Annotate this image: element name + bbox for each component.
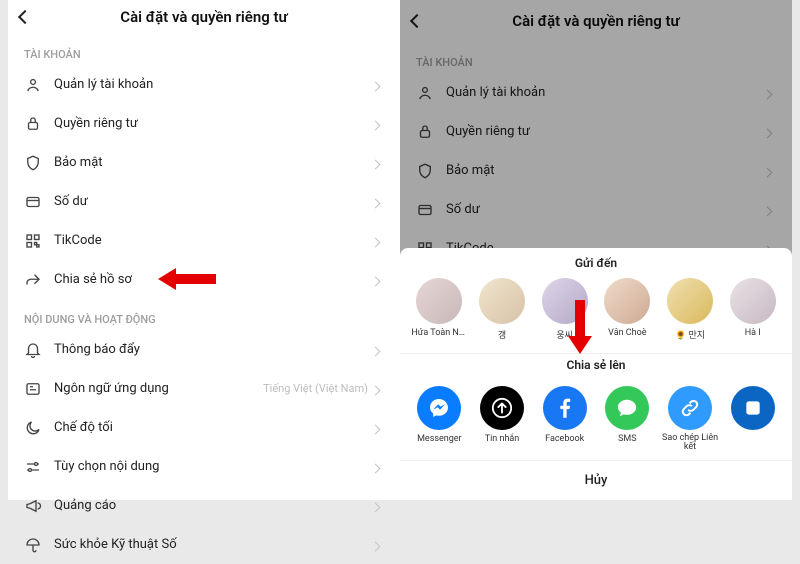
row-label: Chia sẻ hồ sơ bbox=[48, 272, 372, 287]
row-label: Quyền riêng tư bbox=[48, 116, 372, 131]
back-button[interactable] bbox=[20, 8, 40, 26]
contact-item[interactable]: 웅씨 bbox=[535, 278, 594, 341]
row-label: Sức khỏe Kỹ thuật Số bbox=[48, 537, 372, 552]
contact-item[interactable]: 갱 bbox=[473, 278, 532, 341]
umbrella-icon bbox=[24, 536, 48, 554]
row-ads[interactable]: Quảng cáo bbox=[8, 486, 400, 525]
contact-name: Hà I bbox=[745, 328, 761, 338]
chevron-right-icon bbox=[372, 535, 384, 554]
chevron-right-icon bbox=[372, 75, 384, 94]
megaphone-icon bbox=[24, 497, 48, 515]
chevron-right-icon bbox=[372, 418, 384, 437]
sms-icon bbox=[605, 386, 649, 430]
app-label: Facebook bbox=[545, 434, 584, 444]
avatar bbox=[542, 278, 588, 324]
shield-icon bbox=[24, 154, 48, 172]
app-label: Tin nhắn bbox=[485, 434, 520, 444]
contact-name: Vân Choè bbox=[608, 328, 646, 338]
chevron-right-icon bbox=[372, 457, 384, 476]
share-icon bbox=[24, 271, 48, 289]
link-icon bbox=[668, 386, 712, 430]
facebook-icon bbox=[543, 386, 587, 430]
bell-icon bbox=[24, 341, 48, 359]
avatar bbox=[730, 278, 776, 324]
contact-name: Hứa Toàn Ngọc bbox=[411, 328, 467, 338]
section-header-activity: NỘI DUNG VÀ HOẠT ĐỘNG bbox=[8, 299, 400, 330]
chevron-right-icon bbox=[372, 153, 384, 172]
row-security[interactable]: Bảo mật bbox=[8, 143, 400, 182]
contact-name: 웅씨 bbox=[556, 328, 573, 341]
row-label: Chế độ tối bbox=[48, 420, 372, 435]
row-label: Thông báo đẩy bbox=[48, 342, 372, 357]
chevron-right-icon bbox=[372, 340, 384, 359]
chevron-right-icon bbox=[372, 379, 384, 398]
app-sms[interactable]: SMS bbox=[598, 386, 657, 452]
share-to-header: Chia sẻ lên bbox=[400, 358, 792, 372]
chevron-right-icon bbox=[372, 270, 384, 289]
wallet-icon bbox=[24, 193, 48, 211]
share-sheet: Gửi đến Hứa Toàn Ngọc 갱 웅씨 Vân Choè 🌻 만지… bbox=[400, 248, 792, 500]
avatar bbox=[667, 278, 713, 324]
contact-item[interactable]: 🌻 만지 bbox=[661, 278, 720, 341]
chevron-right-icon bbox=[372, 114, 384, 133]
row-app-language[interactable]: Ngôn ngữ ứng dụng Tiếng Việt (Việt Nam) bbox=[8, 369, 400, 408]
messenger-icon bbox=[417, 386, 461, 430]
contact-name: 🌻 만지 bbox=[675, 328, 705, 341]
user-icon bbox=[24, 76, 48, 94]
section-header-account: TÀI KHOẢN bbox=[8, 34, 400, 65]
app-more[interactable] bbox=[723, 386, 782, 452]
language-icon bbox=[24, 380, 48, 398]
contact-item[interactable]: Hứa Toàn Ngọc bbox=[410, 278, 469, 341]
avatar bbox=[604, 278, 650, 324]
row-label: Tùy chọn nội dung bbox=[48, 459, 372, 474]
row-balance[interactable]: Số dư bbox=[8, 182, 400, 221]
contact-name: 갱 bbox=[498, 328, 506, 341]
send-icon bbox=[480, 386, 524, 430]
row-trail: Tiếng Việt (Việt Nam) bbox=[263, 382, 368, 395]
chevron-left-icon bbox=[20, 8, 30, 26]
app-copy-link[interactable]: Sao chép Liên kết bbox=[661, 386, 720, 452]
header-title: Cài đặt và quyền riêng tư bbox=[120, 8, 287, 26]
row-label: Quản lý tài khoản bbox=[48, 77, 372, 92]
more-icon bbox=[731, 386, 775, 430]
row-share-profile[interactable]: Chia sẻ hồ sơ bbox=[8, 260, 400, 299]
apps-row: Messenger Tin nhắn Facebook SMS bbox=[400, 380, 792, 460]
divider bbox=[400, 353, 792, 354]
app-label: SMS bbox=[618, 434, 637, 444]
row-dark-mode[interactable]: Chế độ tối bbox=[8, 408, 400, 447]
app-label: Sao chép Liên kết bbox=[661, 434, 720, 452]
share-send-to-header: Gửi đến bbox=[400, 256, 792, 270]
qr-icon bbox=[24, 232, 48, 250]
row-label: Bảo mật bbox=[48, 155, 372, 170]
moon-icon bbox=[24, 419, 48, 437]
app-messenger[interactable]: Messenger bbox=[410, 386, 469, 452]
app-facebook[interactable]: Facebook bbox=[535, 386, 594, 452]
app-messages[interactable]: Tin nhắn bbox=[473, 386, 532, 452]
header-bar: Cài đặt và quyền riêng tư bbox=[8, 0, 400, 34]
row-manage-account[interactable]: Quản lý tài khoản bbox=[8, 65, 400, 104]
row-label: Quảng cáo bbox=[48, 498, 372, 513]
row-content-prefs[interactable]: Tùy chọn nội dung bbox=[8, 447, 400, 486]
lock-icon bbox=[24, 115, 48, 133]
chevron-right-icon bbox=[372, 496, 384, 515]
cancel-button[interactable]: Hủy bbox=[400, 460, 792, 500]
row-label: Ngôn ngữ ứng dụng bbox=[48, 381, 263, 396]
settings-screen-left: Cài đặt và quyền riêng tư TÀI KHOẢN Quản… bbox=[8, 0, 400, 500]
row-push-notifications[interactable]: Thông báo đẩy bbox=[8, 330, 400, 369]
row-label: TikCode bbox=[48, 233, 372, 248]
avatar bbox=[416, 278, 462, 324]
avatar bbox=[479, 278, 525, 324]
row-tikcode[interactable]: TikCode bbox=[8, 221, 400, 260]
settings-screen-right: Cài đặt và quyền riêng tư TÀI KHOẢN Quản… bbox=[400, 0, 792, 500]
chevron-right-icon bbox=[372, 192, 384, 211]
contacts-row: Hứa Toàn Ngọc 갱 웅씨 Vân Choè 🌻 만지 Hà I bbox=[400, 278, 792, 349]
chevron-right-icon bbox=[372, 231, 384, 250]
contact-item[interactable]: Hà I bbox=[723, 278, 782, 341]
row-digital-wellbeing[interactable]: Sức khỏe Kỹ thuật Số bbox=[8, 525, 400, 564]
row-privacy[interactable]: Quyền riêng tư bbox=[8, 104, 400, 143]
app-label: Messenger bbox=[417, 434, 462, 444]
sliders-icon bbox=[24, 458, 48, 476]
contact-item[interactable]: Vân Choè bbox=[598, 278, 657, 341]
row-label: Số dư bbox=[48, 194, 372, 209]
